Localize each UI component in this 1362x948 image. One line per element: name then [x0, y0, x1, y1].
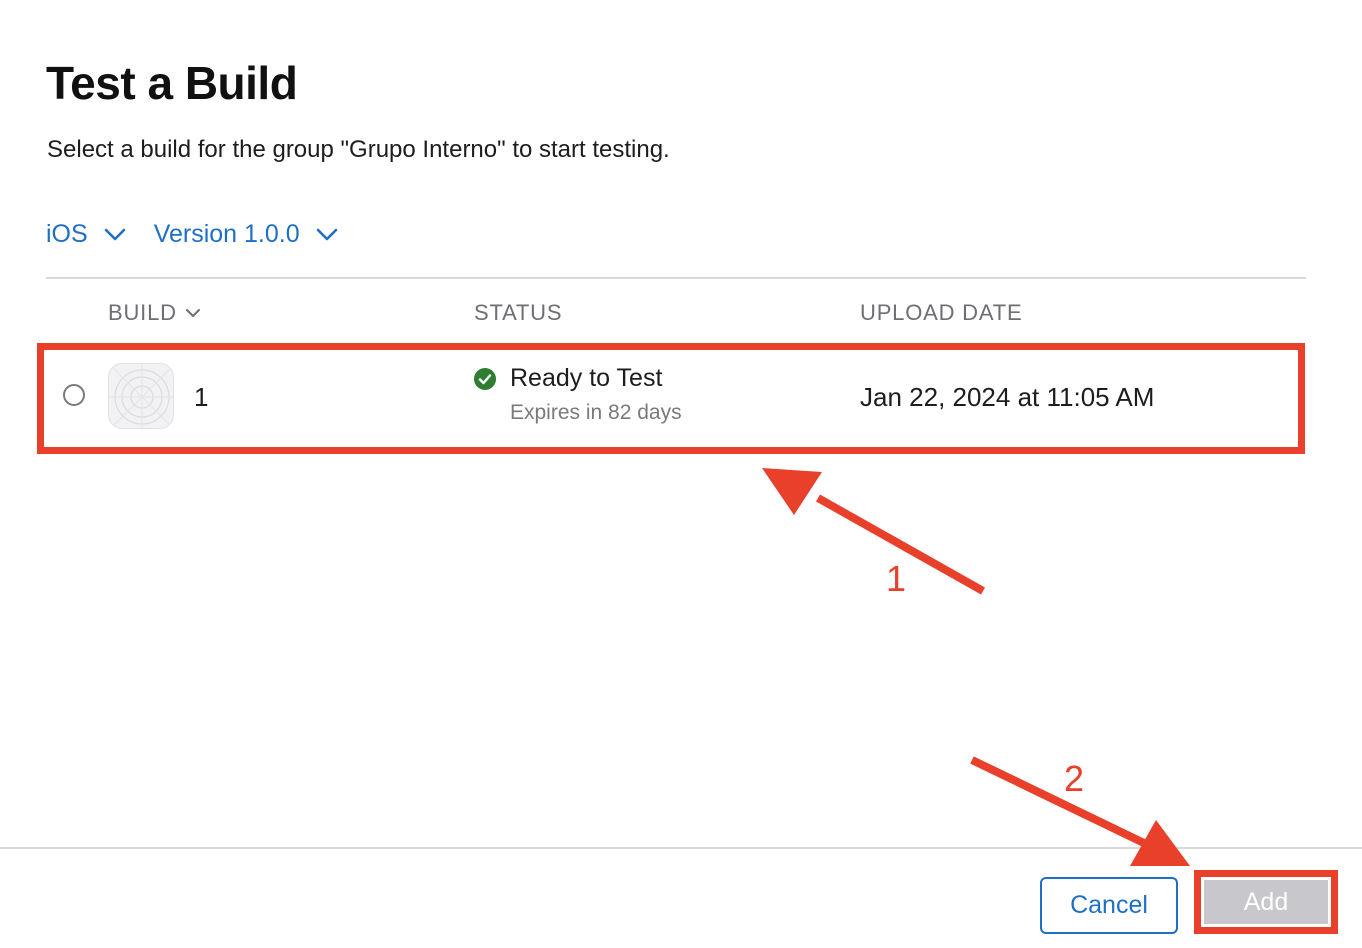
- annotation-arrow-1: [762, 468, 985, 595]
- platform-dropdown[interactable]: iOS: [46, 220, 126, 249]
- add-button[interactable]: Add: [1204, 880, 1328, 924]
- annotation-label-2: 2: [1064, 758, 1085, 799]
- page-subtitle: Select a build for the group "Grupo Inte…: [47, 136, 670, 163]
- checkmark-circle-icon: [474, 367, 496, 390]
- app-grid-icon: [109, 364, 173, 428]
- column-header-status: STATUS: [474, 300, 563, 325]
- upload-date: Jan 22, 2024 at 11:05 AM: [860, 382, 1155, 412]
- column-header-upload-date: UPLOAD DATE: [860, 300, 1023, 325]
- version-dropdown[interactable]: Version 1.0.0: [154, 220, 338, 249]
- filter-bar: iOS Version 1.0.0: [46, 220, 366, 249]
- annotation-label-1: 1: [886, 558, 907, 599]
- build-select-radio[interactable]: [63, 384, 85, 406]
- status-label: Ready to Test: [510, 364, 663, 392]
- cancel-button[interactable]: Cancel: [1040, 877, 1178, 934]
- app-icon-placeholder: [108, 363, 174, 429]
- expiry-text: Expires in 82 days: [510, 401, 682, 424]
- header-divider: [46, 277, 1306, 279]
- chevron-down-icon: [316, 228, 337, 240]
- build-status: Ready to Test Expires in 82 days: [474, 364, 682, 425]
- test-build-dialog: Test a Build Select a build for the grou…: [0, 0, 1362, 948]
- page-title: Test a Build: [46, 57, 298, 109]
- table-row[interactable]: 1 Ready to Test Expires in 82 days Jan 2…: [42, 348, 1300, 448]
- column-header-build[interactable]: BUILD: [108, 300, 201, 326]
- version-dropdown-label: Version 1.0.0: [153, 220, 300, 248]
- build-number: 1: [194, 382, 209, 412]
- chevron-down-icon: [104, 228, 125, 240]
- footer-divider: [0, 847, 1362, 849]
- sort-chevron-icon: [185, 309, 200, 317]
- column-header-build-label: BUILD: [108, 300, 177, 325]
- platform-dropdown-label: iOS: [46, 220, 88, 248]
